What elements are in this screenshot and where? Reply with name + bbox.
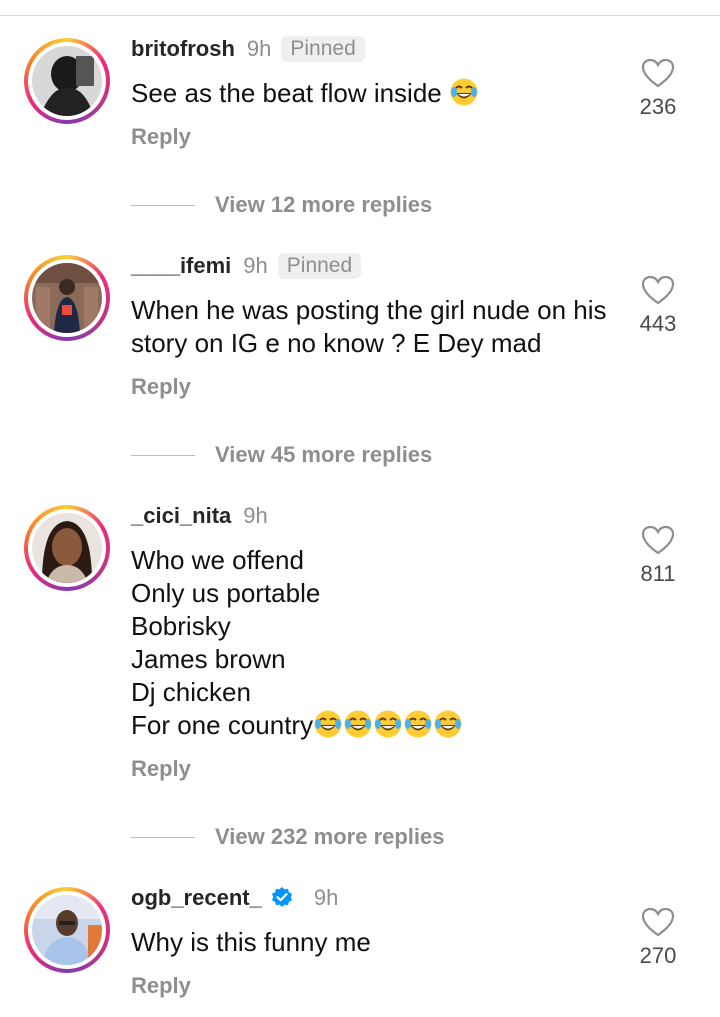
- reply-button[interactable]: Reply: [131, 374, 191, 400]
- timestamp: 9h: [243, 253, 268, 278]
- joy-emoji-icon: [434, 710, 462, 738]
- like-button[interactable]: 236: [634, 58, 682, 120]
- timestamp: 9h: [313, 885, 339, 910]
- top-divider: [0, 15, 720, 16]
- joy-emoji-icon: [404, 710, 432, 738]
- like-button[interactable]: 270: [634, 907, 682, 969]
- comment-text: Why is this funny me: [131, 927, 371, 957]
- replies-divider: [131, 454, 195, 456]
- like-button[interactable]: 443: [634, 275, 682, 337]
- like-button[interactable]: 811: [634, 525, 682, 587]
- avatar-story-ring[interactable]: [24, 887, 110, 973]
- heart-icon: [641, 275, 675, 305]
- timestamp: 9h: [243, 503, 268, 528]
- joy-emoji-icon: [374, 710, 402, 738]
- heart-icon: [641, 907, 675, 937]
- view-replies-label: View 45 more replies: [215, 442, 433, 467]
- heart-icon: [641, 525, 675, 555]
- view-replies-button[interactable]: View 12 more replies: [131, 192, 432, 218]
- avatar: [32, 895, 102, 965]
- reply-button[interactable]: Reply: [131, 124, 191, 150]
- view-replies-label: View 232 more replies: [215, 824, 445, 849]
- comment-text: When he was posting the girl nude on his…: [131, 295, 607, 358]
- pinned-badge: Pinned: [281, 36, 365, 62]
- comment-text-content: See as the beat flow inside: [131, 78, 442, 108]
- like-count: 270: [639, 943, 677, 968]
- comment-text: See as the beat flow inside: [131, 77, 611, 110]
- replies-divider: [131, 836, 195, 838]
- username[interactable]: britofrosh: [131, 36, 235, 62]
- verified-badge-icon: [271, 887, 292, 907]
- username[interactable]: ____ifemi: [131, 253, 231, 279]
- avatar: [32, 513, 102, 583]
- avatar: [32, 263, 102, 333]
- username[interactable]: ogb_recent_: [131, 885, 262, 911]
- joy-emoji-icon: [450, 78, 478, 106]
- joy-emoji-icon: [314, 710, 342, 738]
- replies-divider: [131, 204, 195, 206]
- pinned-badge: Pinned: [277, 253, 362, 279]
- emoji-row: [313, 710, 463, 740]
- reply-button[interactable]: Reply: [131, 973, 191, 999]
- timestamp: 9h: [246, 36, 272, 61]
- joy-emoji-icon: [344, 710, 372, 738]
- avatar-story-ring[interactable]: [24, 505, 110, 591]
- avatar-story-ring[interactable]: [24, 38, 110, 124]
- view-replies-label: View 12 more replies: [215, 192, 433, 217]
- view-replies-button[interactable]: View 232 more replies: [131, 824, 445, 850]
- like-count: 443: [639, 311, 677, 336]
- heart-icon: [641, 58, 675, 88]
- like-count: 236: [639, 94, 677, 119]
- view-replies-button[interactable]: View 45 more replies: [131, 442, 432, 468]
- comment-text-content: Who we offend Only us portable Bobrisky …: [131, 545, 321, 740]
- like-count: 811: [640, 561, 676, 586]
- comment-text: Who we offend Only us portable Bobrisky …: [131, 544, 611, 742]
- reply-button[interactable]: Reply: [131, 756, 191, 782]
- avatar-story-ring[interactable]: [24, 255, 110, 341]
- username[interactable]: _cici_nita: [131, 503, 231, 529]
- avatar: [32, 46, 102, 116]
